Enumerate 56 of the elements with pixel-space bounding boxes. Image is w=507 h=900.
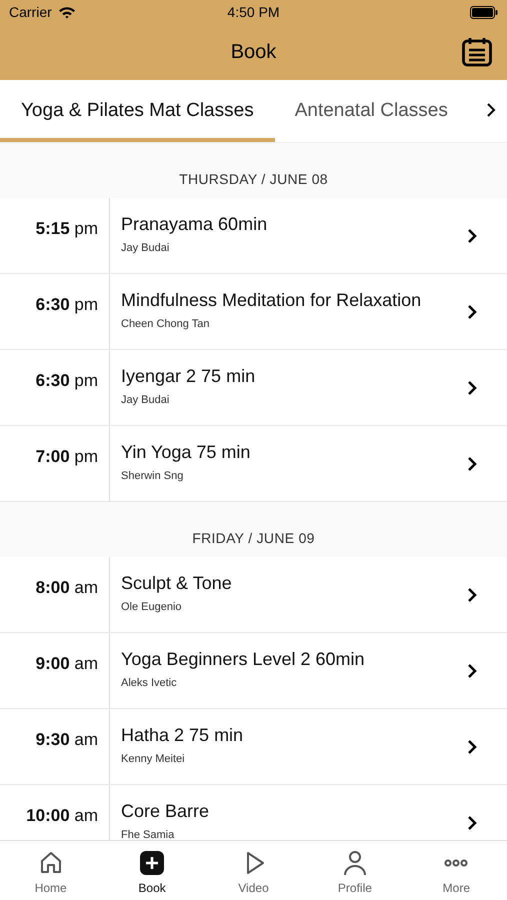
class-time: 10:00 am: [26, 805, 98, 827]
class-row[interactable]: 9:00 am Yoga Beginners Level 2 60min Aleks Ivetic: [0, 633, 507, 709]
section-header: THURSDAY / JUNE 08: [179, 170, 328, 189]
class-row[interactable]: 6:30 pm Iyengar 2 75 min Jay Budai: [0, 350, 507, 426]
class-row[interactable]: 8:00 am Sculpt & Tone Ole Eugenio: [0, 557, 507, 633]
class-row[interactable]: 6:30 pm Mindfulness Meditation for Relaxation Cheen Chong Tan: [0, 274, 507, 350]
battery-icon: [470, 6, 498, 18]
chevron-right-icon: [467, 304, 477, 320]
instructor-name: Aleks Ivetic: [121, 677, 178, 690]
chevron-right-icon: [467, 738, 477, 754]
tab-bar-item[interactable]: Home: [0, 841, 102, 900]
class-row[interactable]: 5:15 pm Pranayama 60min Jay Budai: [0, 198, 507, 274]
chevron-right-icon: [467, 586, 477, 602]
tab-bar-item[interactable]: More: [406, 841, 507, 900]
chevron-right-icon: [467, 662, 477, 678]
class-row[interactable]: 9:30 am Hatha 2 75 min Kenny Meitei: [0, 709, 507, 785]
class-title: Iyengar 2 75 min: [121, 365, 256, 388]
class-title: Core Barre: [121, 800, 210, 823]
tab-bar-item[interactable]: Book: [101, 841, 203, 900]
class-title: Yoga Beginners Level 2 60min: [121, 648, 366, 671]
chevron-right-icon[interactable]: [485, 102, 497, 118]
class-time: 9:00 am: [36, 653, 98, 675]
class-title: Hatha 2 75 min: [121, 724, 244, 747]
class-title: Pranayama 60min: [121, 213, 268, 236]
class-time: 7:00 pm: [36, 446, 98, 468]
class-title: Sculpt & Tone: [121, 572, 233, 595]
class-time: 5:15 pm: [36, 218, 98, 240]
class-time: 6:30 pm: [36, 370, 98, 392]
instructor-name: Sherwin Sng: [121, 470, 184, 483]
class-time: 6:30 pm: [36, 294, 98, 316]
instructor-name: Kenny Meitei: [121, 753, 186, 766]
instructor-name: Jay Budai: [121, 394, 170, 407]
instructor-name: Ole Eugenio: [121, 601, 183, 614]
instructor-name: Cheen Chong Tan: [121, 318, 210, 331]
tab-bar-item[interactable]: Video: [202, 841, 304, 900]
section-header: FRIDAY / JUNE 09: [192, 529, 315, 548]
status-time: 4:50 PM: [227, 2, 280, 22]
chevron-right-icon: [467, 228, 477, 244]
carrier-label: Carrier: [9, 2, 52, 22]
class-title: Mindfulness Meditation for Relaxation: [121, 289, 422, 312]
chevron-right-icon: [467, 814, 477, 830]
category-tab[interactable]: Antenatal Classes: [274, 80, 468, 142]
calendar-icon[interactable]: [461, 36, 493, 68]
instructor-name: Jay Budai: [121, 242, 170, 255]
chevron-right-icon: [467, 380, 477, 396]
class-title: Yin Yoga 75 min: [121, 441, 252, 464]
class-row[interactable]: 7:00 pm Yin Yoga 75 min Sherwin Sng: [0, 426, 507, 502]
wifi-icon: [58, 6, 76, 18]
class-time: 9:30 am: [36, 729, 98, 751]
book-icon: [138, 849, 166, 877]
more-icon: [444, 859, 468, 867]
class-time: 8:00 am: [36, 577, 98, 599]
chevron-right-icon: [467, 456, 477, 472]
instructor-name: Fhe Samia: [121, 829, 176, 840]
tab-bar-item[interactable]: Profile: [304, 841, 406, 900]
page-title: Book: [230, 40, 276, 65]
